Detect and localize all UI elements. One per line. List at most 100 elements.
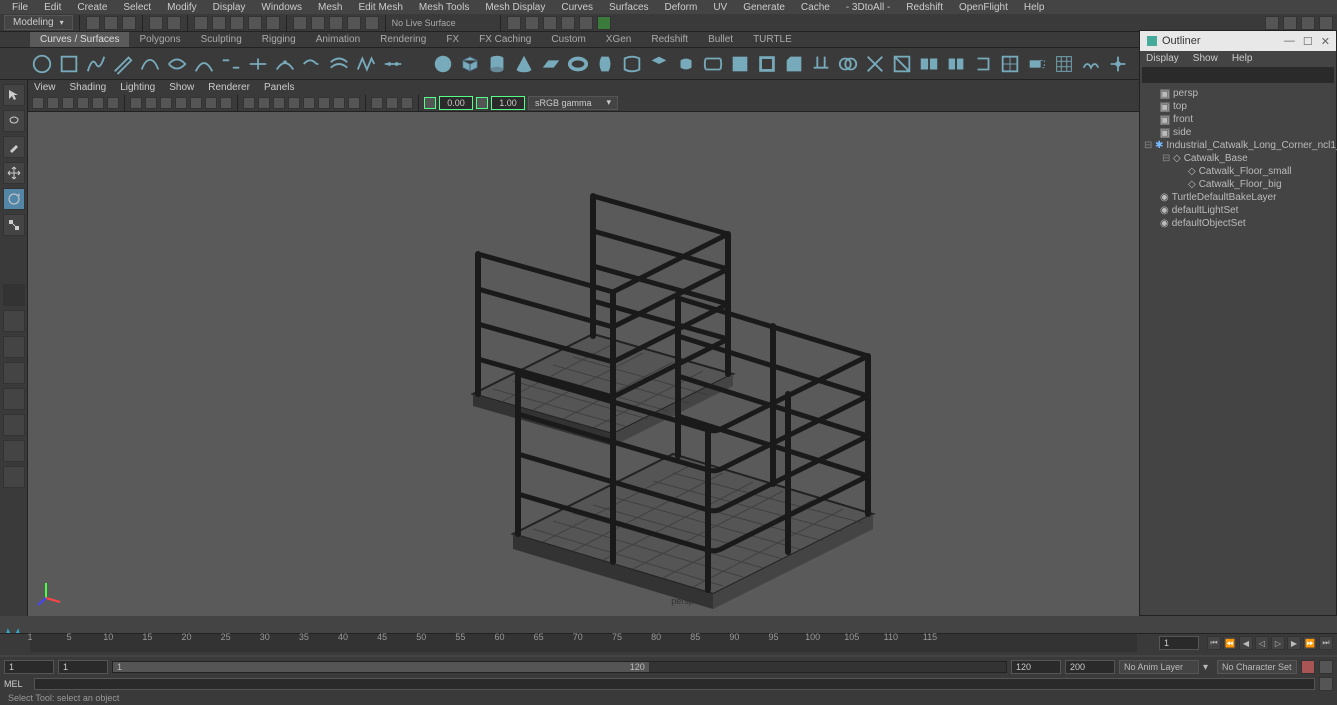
planar-icon[interactable] (647, 52, 671, 76)
menu-file[interactable]: File (4, 2, 36, 13)
vp-textured-icon[interactable] (273, 97, 285, 109)
hypershade-icon[interactable] (579, 16, 593, 30)
anim-end-input[interactable] (1065, 660, 1115, 674)
vp-camera-bookmark-icon[interactable] (62, 97, 74, 109)
vp-menu-show[interactable]: Show (169, 82, 194, 93)
tree-item-object-set[interactable]: ◉defaultObjectSet (1144, 217, 1332, 230)
select-vert-icon[interactable] (212, 16, 226, 30)
command-input[interactable] (34, 678, 1315, 690)
maximize-icon[interactable]: ☐ (1303, 35, 1313, 48)
go-to-start-button[interactable]: ⏮ (1207, 636, 1221, 650)
vp-2d-pan-icon[interactable] (92, 97, 104, 109)
script-editor-icon[interactable] (1319, 677, 1333, 691)
extrude-icon[interactable] (674, 52, 698, 76)
extend-curve-icon[interactable] (300, 52, 324, 76)
vp-wireframe-icon[interactable] (243, 97, 255, 109)
lasso-tool[interactable] (3, 110, 25, 132)
select-obj-icon[interactable] (266, 16, 280, 30)
attach-curve-icon[interactable] (219, 52, 243, 76)
shelf-tab-xgen[interactable]: XGen (596, 32, 642, 47)
menu-display[interactable]: Display (205, 2, 254, 13)
nurbs-square-icon[interactable] (57, 52, 81, 76)
persp-outliner-layout[interactable] (3, 362, 25, 384)
tree-item-floor-small[interactable]: ◇Catwalk_Floor_small (1144, 165, 1332, 178)
workspace-layout-icon[interactable] (1283, 16, 1297, 30)
open-scene-icon[interactable] (104, 16, 118, 30)
vp-aa-icon[interactable] (348, 97, 360, 109)
shelf-tab-animation[interactable]: Animation (306, 32, 370, 47)
detach-curve-icon[interactable] (246, 52, 270, 76)
outliner-menu-display[interactable]: Display (1146, 53, 1179, 64)
vp-safe-action-icon[interactable] (205, 97, 217, 109)
cmd-language-label[interactable]: MEL (4, 679, 30, 689)
close-icon[interactable]: ✕ (1321, 35, 1330, 48)
vp-use-lights-icon[interactable] (288, 97, 300, 109)
four-view-layout[interactable] (3, 310, 25, 332)
anim-start-input[interactable] (4, 660, 54, 674)
vp-grid-icon[interactable] (130, 97, 142, 109)
vp-isolate-icon[interactable] (371, 97, 383, 109)
rebuild-surf-icon[interactable] (1052, 52, 1076, 76)
vp-safe-title-icon[interactable] (220, 97, 232, 109)
new-scene-icon[interactable] (86, 16, 100, 30)
shelf-tab-bullet[interactable]: Bullet (698, 32, 743, 47)
vp-smooth-shade-icon[interactable] (258, 97, 270, 109)
collapse-icon[interactable]: ⊟ (1144, 140, 1152, 151)
shelf-tab-fx[interactable]: FX (436, 32, 469, 47)
time-slider[interactable]: 1510152025303540455055606570758085909510… (0, 633, 1337, 655)
menu-openflight[interactable]: OpenFlight (951, 2, 1016, 13)
menu-mesh-tools[interactable]: Mesh Tools (411, 2, 477, 13)
outliner-titlebar[interactable]: Outliner — ☐ ✕ (1140, 31, 1336, 51)
insert-knot-icon[interactable] (273, 52, 297, 76)
render-settings-icon[interactable] (561, 16, 575, 30)
snap-plane-icon[interactable] (347, 16, 361, 30)
menu-windows[interactable]: Windows (253, 2, 310, 13)
shelf-tab-polygons[interactable]: Polygons (129, 32, 190, 47)
workspace-reset-icon[interactable] (1319, 16, 1333, 30)
rebuild-curve-icon[interactable] (354, 52, 378, 76)
vp-menu-shading[interactable]: Shading (70, 82, 107, 93)
intersect-icon[interactable] (836, 52, 860, 76)
save-scene-icon[interactable] (122, 16, 136, 30)
tree-item-turtle-bake[interactable]: ◉TurtleDefaultBakeLayer (1144, 191, 1332, 204)
minimize-icon[interactable]: — (1284, 35, 1295, 48)
tree-item-catwalk-root[interactable]: ⊟✱Industrial_Catwalk_Long_Corner_ncl1_1 (1144, 139, 1332, 152)
shelf-tab-rendering[interactable]: Rendering (370, 32, 436, 47)
vp-menu-panels[interactable]: Panels (264, 82, 295, 93)
nurbs-cylinder-icon[interactable] (485, 52, 509, 76)
ep-curve-icon[interactable] (84, 52, 108, 76)
detach-surf-icon[interactable] (944, 52, 968, 76)
tree-item-front[interactable]: ▣front (1144, 113, 1332, 126)
vp-ao-icon[interactable] (318, 97, 330, 109)
select-face-icon[interactable] (248, 16, 262, 30)
current-frame-input[interactable] (1159, 636, 1199, 650)
tree-item-catwalk-base[interactable]: ⊟◇Catwalk_Base (1144, 152, 1332, 165)
menu-select[interactable]: Select (115, 2, 159, 13)
revolve-icon[interactable] (593, 52, 617, 76)
menu-surfaces[interactable]: Surfaces (601, 2, 656, 13)
collapse-icon[interactable]: ⊟ (1162, 153, 1170, 164)
vp-film-gate-icon[interactable] (145, 97, 157, 109)
shelf-tab-fx-caching[interactable]: FX Caching (469, 32, 541, 47)
arc-curve-icon[interactable] (192, 52, 216, 76)
offset-curve-icon[interactable] (327, 52, 351, 76)
select-mode-icon[interactable] (194, 16, 208, 30)
boundary-icon[interactable] (728, 52, 752, 76)
exposure-input[interactable] (439, 96, 473, 110)
shelf-tab-rigging[interactable]: Rigging (252, 32, 306, 47)
account-icon[interactable] (1265, 16, 1279, 30)
go-to-end-button[interactable]: ⏭ (1319, 636, 1333, 650)
select-edge-icon[interactable] (230, 16, 244, 30)
menu-edit-mesh[interactable]: Edit Mesh (350, 2, 410, 13)
menu-help[interactable]: Help (1016, 2, 1053, 13)
vp-motion-blur-icon[interactable] (333, 97, 345, 109)
tree-item-persp[interactable]: ▣persp (1144, 87, 1332, 100)
bezier-curve-icon[interactable] (138, 52, 162, 76)
menu-create[interactable]: Create (69, 2, 115, 13)
loft-icon[interactable] (620, 52, 644, 76)
step-forward-button[interactable]: ▶ (1287, 636, 1301, 650)
outliner-menu-help[interactable]: Help (1232, 53, 1253, 64)
step-back-button[interactable]: ◀ (1239, 636, 1253, 650)
character-set-dropdown[interactable]: No Character Set (1217, 660, 1297, 674)
attach-surf-icon[interactable] (917, 52, 941, 76)
